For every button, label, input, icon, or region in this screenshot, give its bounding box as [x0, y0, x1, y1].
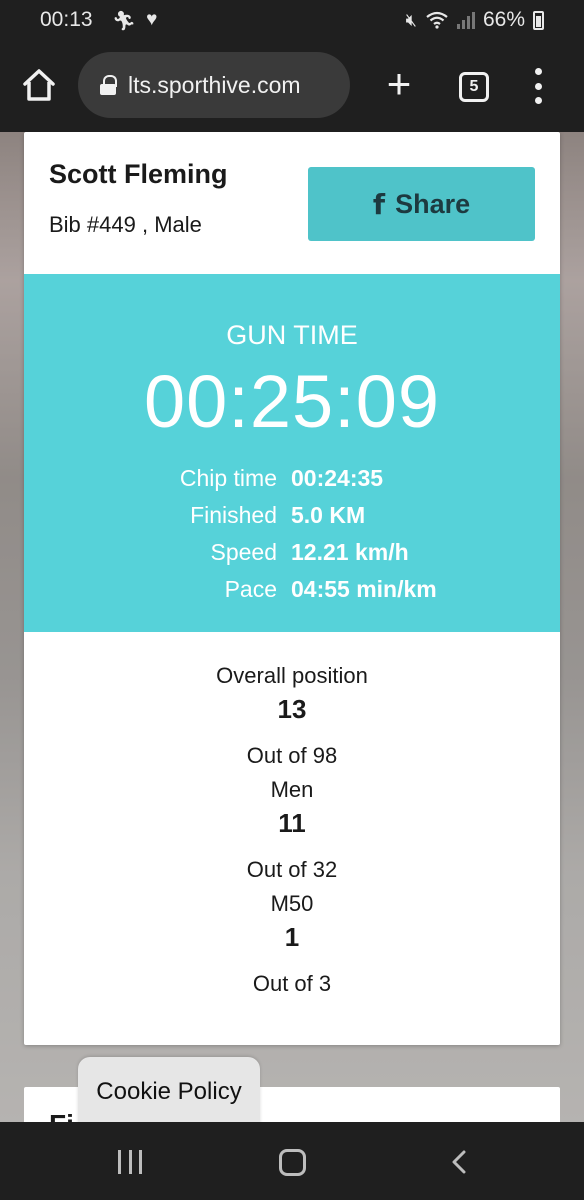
stat-value: 00:24:35 [291, 465, 384, 491]
share-button[interactable]: f Share [308, 167, 535, 241]
status-right: 🔇︎ 66% [406, 8, 544, 32]
status-bar: 00:13 🏃︎ ♥ 🔇︎ 66% [0, 0, 584, 42]
athlete-bib-gender: Bib #449 , Male [49, 212, 202, 237]
battery-percent: 66% [482, 8, 525, 31]
time-panel: GUN TIME 00:25:09 Chip time 00:24:35 Fin… [24, 274, 560, 632]
heart-icon: ♥ [146, 9, 158, 30]
position-label: Men [270, 777, 314, 802]
share-label: Share [395, 188, 471, 219]
battery-icon [533, 10, 544, 30]
stat-value: 5.0 KM [291, 502, 366, 528]
splits-card-title: Fi [49, 1109, 74, 1122]
position-out-of: Out of 32 [246, 857, 338, 882]
system-navigation-bar [0, 1122, 584, 1200]
stat-row-speed: Speed 12.21 km/h [24, 534, 560, 571]
tab-switcher-button[interactable]: 5 [459, 72, 489, 102]
stat-label: Chip time [179, 465, 277, 491]
position-value: 13 [277, 694, 307, 724]
stat-label: Pace [224, 576, 277, 602]
wifi-icon [426, 11, 448, 29]
more-menu-icon[interactable] [528, 68, 548, 104]
stat-row-chip-time: Chip time 00:24:35 [24, 460, 560, 497]
cookie-policy-button[interactable]: Cookie Policy [78, 1057, 260, 1122]
gun-time-label: GUN TIME [226, 320, 358, 350]
signal-icon [456, 11, 475, 29]
page-content[interactable]: Scott Fleming Bib #449 , Male f Share GU… [0, 132, 584, 1122]
status-left-icons: 🏃︎ ♥ [112, 9, 157, 33]
position-out-of: Out of 3 [252, 971, 332, 996]
gun-time-value: 00:25:09 [143, 360, 441, 443]
stats-list: Chip time 00:24:35 Finished 5.0 KM Speed… [24, 460, 560, 608]
facebook-icon: f [372, 187, 386, 221]
position-value: 1 [284, 922, 300, 952]
position-overall: Overall position 13 Out of 98 [24, 660, 560, 774]
stat-label: Speed [210, 539, 277, 565]
position-category: M50 1 Out of 3 [24, 888, 560, 1002]
stat-value: 12.21 km/h [291, 539, 409, 565]
stat-row-pace: Pace 04:55 min/km [24, 571, 560, 608]
position-gender: Men 11 Out of 32 [24, 774, 560, 888]
position-label: M50 [270, 891, 314, 916]
home-nav-icon[interactable] [279, 1149, 306, 1176]
position-value: 11 [278, 808, 306, 838]
athlete-name: Scott Fleming [49, 159, 228, 189]
result-card: Scott Fleming Bib #449 , Male f Share GU… [24, 132, 560, 1045]
url-text: lts.sporthive.com [128, 71, 301, 98]
position-label: Overall position [216, 663, 368, 688]
notification-icon: 🏃︎ [112, 11, 137, 32]
home-icon[interactable] [20, 66, 58, 104]
mute-icon: 🔇︎ [405, 9, 417, 30]
new-tab-button[interactable]: + [380, 62, 418, 108]
status-time: 00:13 [40, 8, 93, 31]
position-out-of: Out of 98 [246, 743, 338, 768]
lock-icon [100, 75, 117, 95]
back-icon[interactable] [448, 1150, 472, 1174]
address-bar[interactable]: lts.sporthive.com [78, 52, 350, 118]
browser-toolbar: lts.sporthive.com + 5 [0, 42, 584, 132]
recent-apps-icon[interactable] [118, 1150, 142, 1174]
positions-list: Overall position 13 Out of 98 Men 11 Out… [24, 660, 560, 1002]
stat-label: Finished [190, 502, 277, 528]
stat-row-finished: Finished 5.0 KM [24, 497, 560, 534]
stat-value: 04:55 min/km [291, 576, 437, 602]
